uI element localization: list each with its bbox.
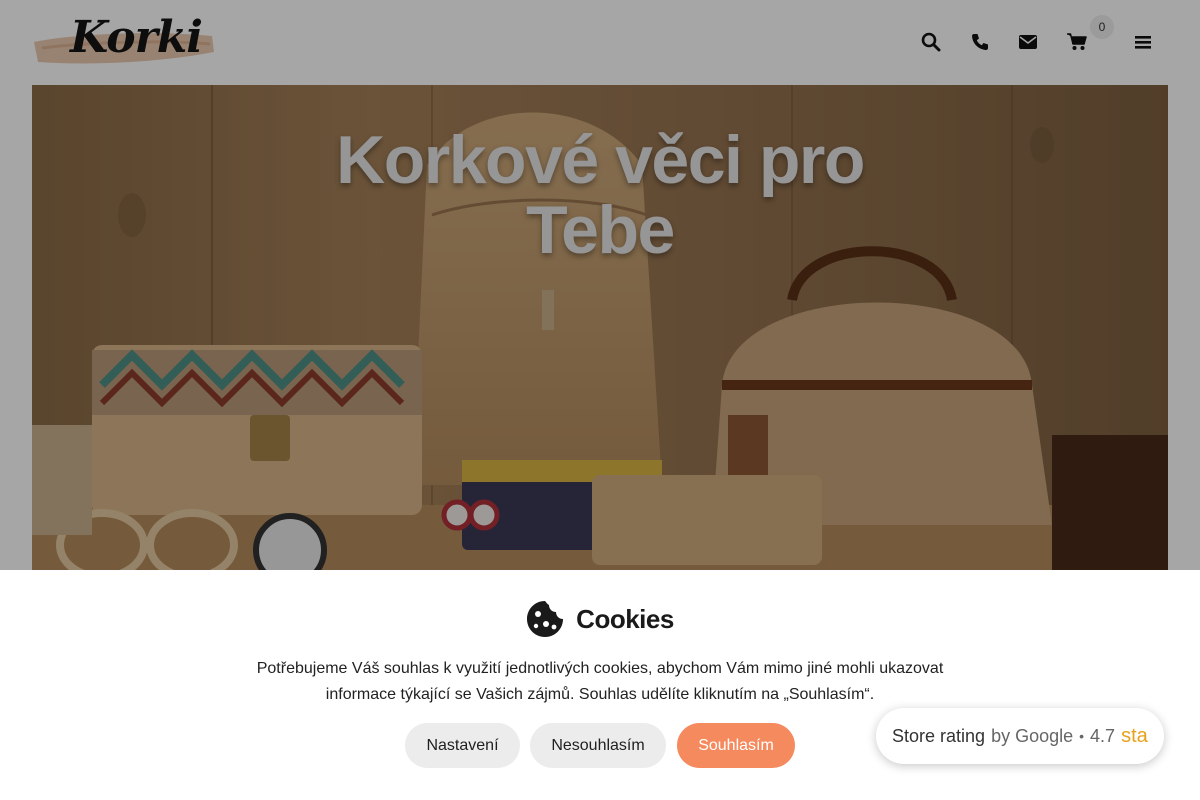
cookie-consent-panel: Cookies Potřebujeme Váš souhlas k využit… [0, 570, 1200, 800]
rating-by-google: by Google [991, 725, 1074, 746]
google-store-rating-badge[interactable]: Store rating by Google • 4.7 sta [876, 708, 1164, 764]
cookie-icon [527, 601, 564, 637]
rating-store-label: Store rating [892, 725, 986, 746]
cookie-description: Potřebujeme Váš souhlas k využití jednot… [240, 656, 960, 708]
rating-separator: • [1079, 728, 1085, 744]
cookie-header: Cookies [0, 600, 1200, 638]
cookie-decline-button[interactable]: Nesouhlasím [530, 723, 666, 768]
cookie-text-line-1: Potřebujeme Váš souhlas k využití jednot… [256, 660, 944, 677]
cookie-accept-button[interactable]: Souhlasím [677, 723, 795, 768]
cookie-text-line-2: informace týkající se Vašich zájmů. Souh… [325, 686, 875, 703]
rating-stars: sta [1121, 724, 1148, 747]
rating-value: 4.7 [1090, 725, 1116, 746]
cookie-settings-button[interactable]: Nastavení [405, 723, 520, 768]
modal-backdrop [0, 0, 1200, 570]
cookie-title: Cookies [576, 603, 674, 634]
